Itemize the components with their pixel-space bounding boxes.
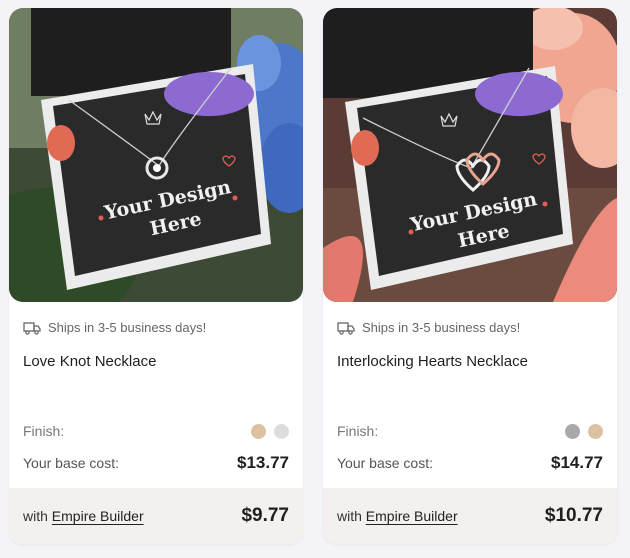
finish-row: Finish: — [23, 423, 289, 439]
base-cost-label: Your base cost: — [23, 455, 119, 471]
with-label: with — [337, 508, 362, 524]
product-card-interlocking-hearts[interactable]: Your Design Here Ships in 3-5 business d… — [323, 8, 617, 544]
base-cost-row: Your base cost: $14.77 — [337, 453, 603, 473]
interlocking-hearts-necklace-image: Your Design Here — [323, 8, 617, 302]
product-image[interactable]: Your Design Here — [9, 8, 303, 302]
base-cost-value: $13.77 — [237, 453, 289, 472]
product-grid: Your Design Here Ships in 3-5 business d… — [9, 8, 617, 544]
product-card-love-knot[interactable]: Your Design Here Ships in 3-5 business d… — [9, 8, 303, 544]
base-cost-value: $14.77 — [551, 453, 603, 472]
empire-builder-link[interactable]: Empire Builder — [366, 508, 458, 524]
shipping-info: Ships in 3-5 business days! — [23, 320, 206, 335]
program-price-footer: with Empire Builder $9.77 — [9, 488, 303, 544]
program-price: $9.77 — [241, 505, 289, 526]
truck-icon — [337, 321, 355, 335]
shipping-text: Ships in 3-5 business days! — [48, 320, 207, 335]
product-title[interactable]: Interlocking Hearts Necklace — [337, 353, 528, 370]
finish-row: Finish: — [337, 423, 603, 439]
shipping-text: Ships in 3-5 business days! — [362, 320, 521, 335]
program-price-footer: with Empire Builder $10.77 — [323, 488, 617, 544]
product-title[interactable]: Love Knot Necklace — [23, 353, 156, 370]
truck-icon — [23, 321, 41, 335]
shipping-info: Ships in 3-5 business days! — [337, 320, 520, 335]
base-cost-row: Your base cost: $13.77 — [23, 453, 289, 473]
finish-swatch-gold[interactable] — [588, 423, 603, 439]
program-label: with Empire Builder — [23, 508, 144, 524]
finish-swatch-silver[interactable] — [565, 423, 580, 439]
finish-swatch-gold[interactable] — [251, 423, 266, 439]
finish-swatches — [565, 423, 603, 439]
empire-builder-link[interactable]: Empire Builder — [52, 508, 144, 524]
love-knot-necklace-image: Your Design Here — [9, 8, 303, 302]
product-image[interactable]: Your Design Here — [323, 8, 617, 302]
program-price: $10.77 — [544, 505, 603, 526]
finish-label: Finish: — [23, 423, 65, 439]
with-label: with — [23, 508, 48, 524]
finish-swatches — [251, 423, 289, 439]
base-cost-label: Your base cost: — [337, 455, 433, 471]
finish-label: Finish: — [337, 423, 379, 439]
finish-swatch-silver[interactable] — [274, 423, 289, 439]
program-label: with Empire Builder — [337, 508, 458, 524]
